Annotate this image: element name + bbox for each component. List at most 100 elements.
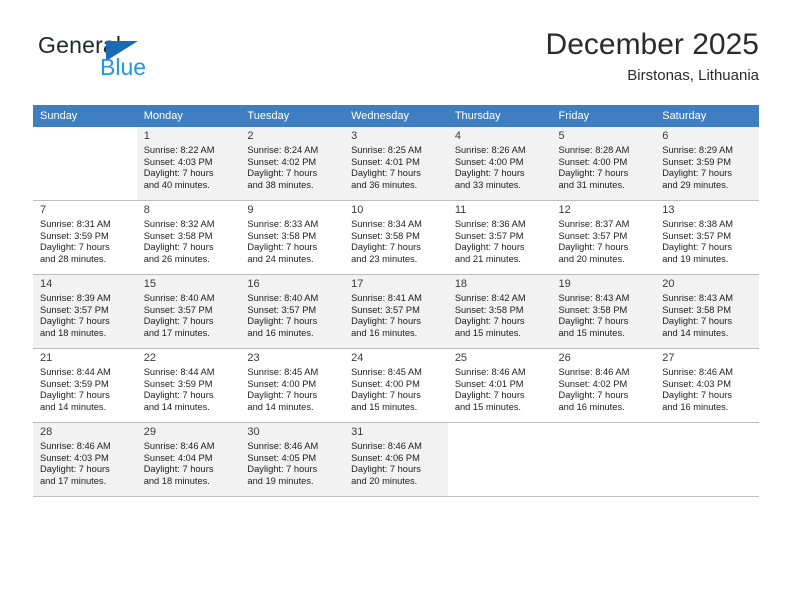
day-sun-info: Sunrise: 8:39 AM Sunset: 3:57 PM Daylight:… — [40, 292, 132, 339]
day-sun-info: Sunrise: 8:37 AM Sunset: 3:57 PM Daylight:… — [559, 218, 651, 265]
month-calendar-table: Sunday Monday Tuesday Wednesday Thursday… — [33, 105, 759, 497]
daylight-text-line2: and 14 minutes. — [662, 327, 729, 338]
daylight-text-line2: and 18 minutes. — [143, 475, 210, 486]
sunrise-text: Sunrise: 8:28 AM — [558, 145, 630, 155]
sunset-text: Sunset: 4:03 PM — [143, 156, 213, 167]
day-cell[interactable]: 3 Sunrise: 8:25 AM Sunset: 4:01 PM Daylight… — [344, 127, 448, 201]
calendar-cell: 2 Sunrise: 8:24 AM Sunset: 4:02 PM Daylight… — [240, 127, 345, 201]
day-sun-info: Sunrise: 8:40 AM Sunset: 3:57 PM Daylight:… — [144, 292, 236, 339]
day-number: 30 — [247, 426, 260, 438]
sunset-text: Sunset: 4:05 PM — [247, 452, 317, 463]
calendar-cell: 7 Sunrise: 8:31 AM Sunset: 3:59 PM Daylight… — [33, 201, 137, 275]
title-block: December 2025 Birstonas, Lithuania — [546, 28, 759, 86]
sunset-text: Sunset: 3:58 PM — [558, 304, 628, 315]
day-sun-info: Sunrise: 8:33 AM Sunset: 3:58 PM Daylight:… — [247, 218, 339, 265]
day-number: 17 — [351, 278, 364, 290]
calendar-week-row: 1 Sunrise: 8:22 AM Sunset: 4:03 PM Daylight… — [33, 127, 759, 201]
day-cell[interactable]: 16 Sunrise: 8:40 AM Sunset: 3:57 PM Dayligh… — [240, 275, 345, 349]
day-cell[interactable]: 30 Sunrise: 8:46 AM Sunset: 4:05 PM Dayligh… — [240, 423, 345, 497]
day-cell[interactable]: 19 Sunrise: 8:43 AM Sunset: 3:58 PM Dayligh… — [551, 275, 656, 349]
day-cell[interactable]: 20 Sunrise: 8:43 AM Sunset: 3:58 PM Dayligh… — [655, 275, 759, 349]
calendar-cell — [655, 423, 759, 497]
sunrise-text: Sunrise: 8:46 AM — [558, 367, 630, 377]
day-sun-info: Sunrise: 8:42 AM Sunset: 3:58 PM Daylight:… — [455, 292, 547, 339]
calendar-week-row: 28 Sunrise: 8:46 AM Sunset: 4:03 PM Dayligh… — [33, 423, 759, 497]
day-sun-info: Sunrise: 8:46 AM Sunset: 4:03 PM Daylight:… — [662, 366, 754, 413]
day-cell[interactable]: 22 Sunrise: 8:44 AM Sunset: 3:59 PM Dayligh… — [136, 349, 241, 423]
day-cell[interactable]: 6 Sunrise: 8:29 AM Sunset: 3:59 PM Daylight… — [655, 127, 759, 201]
sunset-text: Sunset: 3:59 PM — [662, 156, 731, 167]
daylight-text-line2: and 15 minutes. — [558, 327, 625, 338]
day-sun-info: Sunrise: 8:34 AM Sunset: 3:58 PM Daylight:… — [351, 218, 443, 265]
day-sun-info: Sunrise: 8:46 AM Sunset: 4:05 PM Daylight:… — [247, 440, 339, 487]
calendar-cell: 12 Sunrise: 8:37 AM Sunset: 3:57 PM Dayligh… — [551, 201, 656, 275]
day-cell[interactable]: 28 Sunrise: 8:46 AM Sunset: 4:03 PM Dayligh… — [33, 423, 137, 497]
daylight-text-line2: and 29 minutes. — [662, 179, 729, 190]
day-cell[interactable]: 14 Sunrise: 8:39 AM Sunset: 3:57 PM Dayligh… — [33, 275, 137, 349]
day-cell[interactable]: 9 Sunrise: 8:33 AM Sunset: 3:58 PM Daylight… — [240, 201, 345, 275]
day-cell[interactable]: 29 Sunrise: 8:46 AM Sunset: 4:04 PM Dayligh… — [136, 423, 241, 497]
day-sun-info: Sunrise: 8:31 AM Sunset: 3:59 PM Daylight:… — [40, 218, 132, 265]
calendar-cell: 6 Sunrise: 8:29 AM Sunset: 3:59 PM Daylight… — [655, 127, 759, 201]
day-number: 2 — [247, 130, 254, 142]
day-number: 20 — [662, 278, 675, 290]
day-cell[interactable]: 31 Sunrise: 8:46 AM Sunset: 4:06 PM Dayligh… — [344, 423, 448, 497]
sunrise-text: Sunrise: 8:40 AM — [247, 293, 319, 303]
weekday-header-monday: Monday — [136, 105, 241, 127]
day-cell[interactable]: 7 Sunrise: 8:31 AM Sunset: 3:59 PM Daylight… — [33, 201, 137, 275]
day-cell[interactable]: 18 Sunrise: 8:42 AM Sunset: 3:58 PM Dayligh… — [447, 275, 552, 349]
daylight-text-line1: Daylight: 7 hours — [454, 390, 525, 401]
daylight-text-line1: Daylight: 7 hours — [558, 316, 629, 327]
sunset-text: Sunset: 3:57 PM — [351, 304, 420, 315]
daylight-text-line2: and 17 minutes. — [40, 475, 107, 486]
day-cell[interactable]: 8 Sunrise: 8:32 AM Sunset: 3:58 PM Daylight… — [136, 201, 241, 275]
calendar-cell: 24 Sunrise: 8:45 AM Sunset: 4:00 PM Dayligh… — [344, 349, 448, 423]
daylight-text-line2: and 14 minutes. — [143, 401, 210, 412]
day-sun-info: Sunrise: 8:40 AM Sunset: 3:57 PM Daylight:… — [247, 292, 339, 339]
day-number: 18 — [454, 278, 468, 290]
sunset-text: Sunset: 4:03 PM — [40, 452, 109, 463]
day-cell[interactable]: 2 Sunrise: 8:24 AM Sunset: 4:02 PM Daylight… — [240, 127, 345, 201]
day-cell[interactable]: 24 Sunrise: 8:45 AM Sunset: 4:00 PM Dayligh… — [344, 349, 448, 423]
sunset-text: Sunset: 4:00 PM — [454, 156, 524, 167]
sunset-text: Sunset: 3:57 PM — [454, 230, 524, 241]
calendar-body: 1 Sunrise: 8:22 AM Sunset: 4:03 PM Daylight… — [33, 127, 759, 497]
calendar-cell: 4 Sunrise: 8:26 AM Sunset: 4:00 PM Daylight… — [447, 127, 552, 201]
daylight-text-line1: Daylight: 7 hours — [40, 464, 110, 475]
day-cell[interactable]: 10 Sunrise: 8:34 AM Sunset: 3:58 PM Dayligh… — [344, 201, 448, 275]
day-number: 16 — [247, 278, 260, 290]
day-cell[interactable]: 21 Sunrise: 8:44 AM Sunset: 3:59 PM Dayligh… — [33, 349, 137, 423]
sunset-text: Sunset: 3:57 PM — [143, 304, 213, 315]
day-cell[interactable]: 15 Sunrise: 8:40 AM Sunset: 3:57 PM Dayligh… — [136, 275, 241, 349]
day-cell[interactable]: 26 Sunrise: 8:46 AM Sunset: 4:02 PM Dayligh… — [551, 349, 656, 423]
day-number: 9 — [247, 204, 254, 216]
daylight-text-line1: Daylight: 7 hours — [143, 316, 214, 327]
day-cell[interactable]: 4 Sunrise: 8:26 AM Sunset: 4:00 PM Daylight… — [447, 127, 552, 201]
daylight-text-line1: Daylight: 7 hours — [40, 390, 110, 401]
general-blue-logo[interactable]: General Blue — [38, 32, 218, 88]
day-cell[interactable]: 25 Sunrise: 8:46 AM Sunset: 4:01 PM Dayligh… — [447, 349, 552, 423]
sunrise-text: Sunrise: 8:43 AM — [558, 293, 630, 303]
day-cell-empty — [447, 423, 552, 497]
sunrise-text: Sunrise: 8:26 AM — [454, 145, 526, 155]
sunrise-text: Sunrise: 8:43 AM — [662, 293, 734, 303]
day-cell[interactable]: 11 Sunrise: 8:36 AM Sunset: 3:57 PM Dayligh… — [447, 201, 552, 275]
day-cell[interactable]: 1 Sunrise: 8:22 AM Sunset: 4:03 PM Daylight… — [136, 127, 241, 201]
day-number: 14 — [40, 278, 53, 290]
daylight-text-line2: and 20 minutes. — [558, 253, 625, 264]
daylight-text-line2: and 16 minutes. — [662, 401, 729, 412]
day-cell[interactable]: 12 Sunrise: 8:37 AM Sunset: 3:57 PM Dayligh… — [551, 201, 656, 275]
calendar-cell: 23 Sunrise: 8:45 AM Sunset: 4:00 PM Dayligh… — [240, 349, 345, 423]
sunrise-text: Sunrise: 8:45 AM — [351, 367, 422, 377]
day-cell[interactable]: 13 Sunrise: 8:38 AM Sunset: 3:57 PM Dayligh… — [655, 201, 759, 275]
day-cell[interactable]: 17 Sunrise: 8:41 AM Sunset: 3:57 PM Dayligh… — [344, 275, 448, 349]
day-cell[interactable]: 5 Sunrise: 8:28 AM Sunset: 4:00 PM Daylight… — [551, 127, 656, 201]
daylight-text-line1: Daylight: 7 hours — [143, 390, 214, 401]
day-sun-info: Sunrise: 8:41 AM Sunset: 3:57 PM Daylight:… — [351, 292, 443, 339]
sunrise-text: Sunrise: 8:44 AM — [40, 367, 111, 377]
location-subtitle: Birstonas, Lithuania — [627, 67, 759, 84]
sunset-text: Sunset: 4:01 PM — [454, 378, 524, 389]
day-cell[interactable]: 23 Sunrise: 8:45 AM Sunset: 4:00 PM Dayligh… — [240, 349, 345, 423]
day-cell[interactable]: 27 Sunrise: 8:46 AM Sunset: 4:03 PM Dayligh… — [655, 349, 759, 423]
day-number: 19 — [558, 278, 571, 290]
